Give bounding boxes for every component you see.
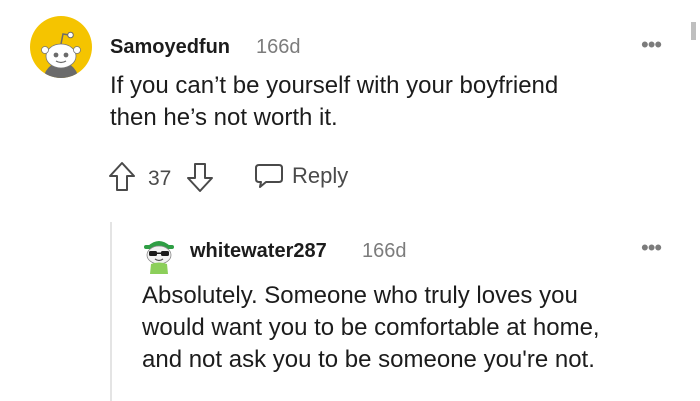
comment-body-line: then he’s not worth it.: [110, 104, 338, 131]
snoo-avatar-icon: [41, 31, 81, 78]
upvote-button[interactable]: [108, 161, 136, 193]
downvote-button[interactable]: [186, 161, 214, 193]
reply-body: Absolutely. Someone who truly loves you …: [142, 280, 682, 376]
chat-bubble-icon: [255, 164, 283, 188]
comment-timestamp[interactable]: 166d: [256, 36, 301, 59]
user-avatar[interactable]: [30, 16, 92, 78]
upvote-arrow-icon: [109, 162, 135, 191]
comment-body: If you can’t be yourself with your boyfr…: [110, 70, 670, 134]
reply-button[interactable]: Reply: [254, 162, 348, 190]
downvote-arrow-icon: [187, 163, 213, 192]
thread-line[interactable]: [110, 222, 112, 401]
snoo-avatar-icon: [144, 241, 174, 274]
reply-label: Reply: [292, 163, 349, 188]
reply-timestamp[interactable]: 166d: [362, 240, 407, 263]
reply-author[interactable]: whitewater287: [190, 240, 327, 263]
comment-body-line: If you can’t be yourself with your boyfr…: [110, 72, 559, 99]
vote-count: 37: [148, 167, 172, 190]
reply-body-line: and not ask you to be someone you're not…: [142, 346, 595, 373]
reply-body-line: would want you to be comfortable at home…: [142, 314, 600, 341]
reply-more-options-icon[interactable]: •••: [641, 237, 662, 259]
reply-user-avatar[interactable]: [140, 234, 178, 274]
reply-body-line: Absolutely. Someone who truly loves you: [142, 282, 578, 309]
more-options-icon[interactable]: •••: [641, 34, 662, 56]
comment-author[interactable]: Samoyedfun: [110, 36, 230, 59]
scrollbar-thumb[interactable]: [691, 22, 696, 40]
